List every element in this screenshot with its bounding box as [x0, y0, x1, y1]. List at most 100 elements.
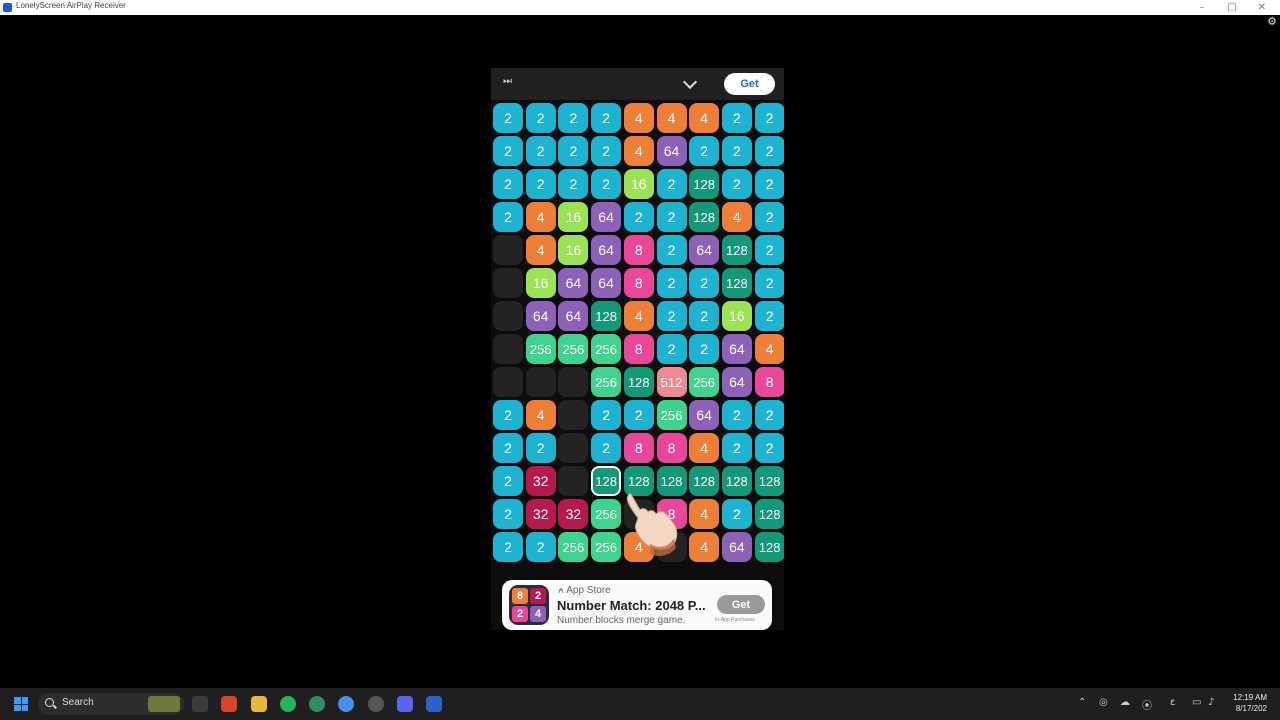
number-tile[interactable]: 128 [754, 532, 784, 562]
number-tile[interactable]: 8 [623, 235, 654, 265]
number-tile[interactable]: 64 [591, 202, 622, 232]
number-tile[interactable]: 16 [623, 169, 654, 199]
number-tile[interactable]: 4 [656, 103, 687, 133]
number-tile[interactable]: 256 [591, 367, 622, 397]
number-tile[interactable]: 2 [591, 103, 622, 133]
number-tile[interactable]: 64 [525, 301, 556, 331]
settings-app-icon[interactable] [368, 696, 384, 712]
number-tile[interactable]: 2 [689, 136, 720, 166]
number-tile[interactable]: 8 [623, 268, 654, 298]
empty-cell[interactable] [493, 301, 523, 331]
number-tile[interactable]: 4 [623, 136, 654, 166]
number-tile[interactable]: 2 [656, 202, 687, 232]
number-tile[interactable]: 64 [558, 301, 589, 331]
number-tile[interactable]: 4 [689, 499, 720, 529]
number-tile[interactable]: 2 [754, 202, 784, 232]
excel-app-icon[interactable] [192, 696, 208, 712]
empty-cell[interactable] [525, 367, 556, 397]
number-tile[interactable]: 2 [525, 433, 556, 463]
number-tile[interactable]: 2 [591, 136, 622, 166]
number-tile[interactable]: 4 [525, 400, 556, 430]
skip-icon[interactable]: ⏭ [503, 76, 512, 87]
number-tile[interactable]: 256 [591, 334, 622, 364]
lonelyscreen-taskbar-icon[interactable] [426, 696, 442, 712]
number-tile[interactable]: 2 [656, 169, 687, 199]
number-tile[interactable]: 2 [754, 433, 784, 463]
empty-cell[interactable] [558, 433, 589, 463]
number-tile[interactable]: 2 [754, 268, 784, 298]
number-tile[interactable]: 128 [689, 466, 720, 496]
number-tile[interactable]: 2 [721, 136, 752, 166]
ad-get-button[interactable]: Get [717, 595, 765, 614]
number-tile[interactable]: 64 [689, 400, 720, 430]
number-tile[interactable]: 2 [493, 499, 523, 529]
number-tile[interactable]: 256 [525, 334, 556, 364]
number-tile[interactable]: 64 [656, 136, 687, 166]
number-tile[interactable]: 2 [721, 499, 752, 529]
number-tile[interactable]: 2 [493, 202, 523, 232]
sync-icon[interactable]: ◎ [1099, 697, 1108, 708]
number-tile[interactable]: 2 [754, 169, 784, 199]
display-icon[interactable]: ▭ [1192, 697, 1201, 708]
number-tile[interactable]: 64 [721, 334, 752, 364]
number-tile[interactable]: 256 [558, 532, 589, 562]
app-store-ad-banner[interactable]: 8 2 2 4 ⍲ App Store Number Match: 2048 P… [502, 580, 772, 630]
number-tile[interactable]: 256 [656, 400, 687, 430]
file-explorer-icon[interactable] [251, 696, 267, 712]
discord-app-icon[interactable] [397, 696, 413, 712]
number-tile[interactable]: 2 [525, 136, 556, 166]
number-tile[interactable]: 128 [591, 301, 622, 331]
number-tile[interactable]: 2 [689, 268, 720, 298]
chrome-app-icon[interactable] [338, 696, 354, 712]
number-tile[interactable]: 2 [656, 268, 687, 298]
number-tile[interactable]: 2 [493, 400, 523, 430]
number-tile[interactable]: 2 [558, 103, 589, 133]
number-tile[interactable]: 4 [754, 334, 784, 364]
number-tile[interactable]: 64 [721, 367, 752, 397]
empty-cell[interactable] [493, 334, 523, 364]
number-tile[interactable]: 2 [525, 103, 556, 133]
close-icon[interactable]: ✕ [1252, 0, 1272, 15]
number-tile[interactable]: 4 [525, 202, 556, 232]
empty-cell[interactable] [493, 367, 523, 397]
cloud-icon[interactable]: ☁ [1120, 697, 1130, 708]
number-tile[interactable]: 2 [656, 235, 687, 265]
number-tile[interactable]: 2 [558, 169, 589, 199]
number-tile[interactable]: 2 [623, 400, 654, 430]
number-tile[interactable]: 128 [689, 202, 720, 232]
number-tile[interactable]: 128 [721, 268, 752, 298]
number-tile[interactable]: 2 [623, 202, 654, 232]
number-tile[interactable]: 2 [656, 301, 687, 331]
number-tile[interactable]: 4 [689, 433, 720, 463]
number-tile[interactable]: 4 [623, 103, 654, 133]
number-tile[interactable]: 128 [721, 466, 752, 496]
number-tile[interactable]: 2 [721, 433, 752, 463]
get-button[interactable]: Get [724, 73, 775, 95]
number-tile[interactable]: 128 [754, 499, 784, 529]
number-tile[interactable]: 2 [493, 103, 523, 133]
number-tile[interactable]: 128 [721, 235, 752, 265]
number-tile[interactable]: 64 [721, 532, 752, 562]
number-tile[interactable]: 2 [525, 532, 556, 562]
number-tile[interactable]: 32 [558, 499, 589, 529]
brave-app-icon[interactable] [221, 696, 237, 712]
number-tile[interactable]: 16 [558, 202, 589, 232]
number-tile[interactable]: 2 [591, 400, 622, 430]
language-icon[interactable]: ε [1170, 697, 1175, 708]
windows-start-icon[interactable] [14, 697, 28, 711]
number-tile[interactable]: 16 [525, 268, 556, 298]
number-tile[interactable]: 2 [656, 334, 687, 364]
number-tile[interactable]: 32 [525, 466, 556, 496]
number-tile[interactable]: 4 [689, 103, 720, 133]
microphone-icon[interactable]: ⦿ [1142, 697, 1152, 712]
number-tile[interactable]: 2 [721, 400, 752, 430]
number-tile[interactable]: 128 [591, 466, 622, 496]
number-tile[interactable]: 2 [689, 301, 720, 331]
number-tile[interactable]: 8 [623, 334, 654, 364]
number-tile[interactable]: 64 [689, 235, 720, 265]
number-tile[interactable]: 64 [591, 268, 622, 298]
number-tile[interactable]: 256 [591, 532, 622, 562]
number-tile[interactable]: 256 [591, 499, 622, 529]
number-tile[interactable]: 2 [754, 136, 784, 166]
number-tile[interactable]: 512 [656, 367, 687, 397]
